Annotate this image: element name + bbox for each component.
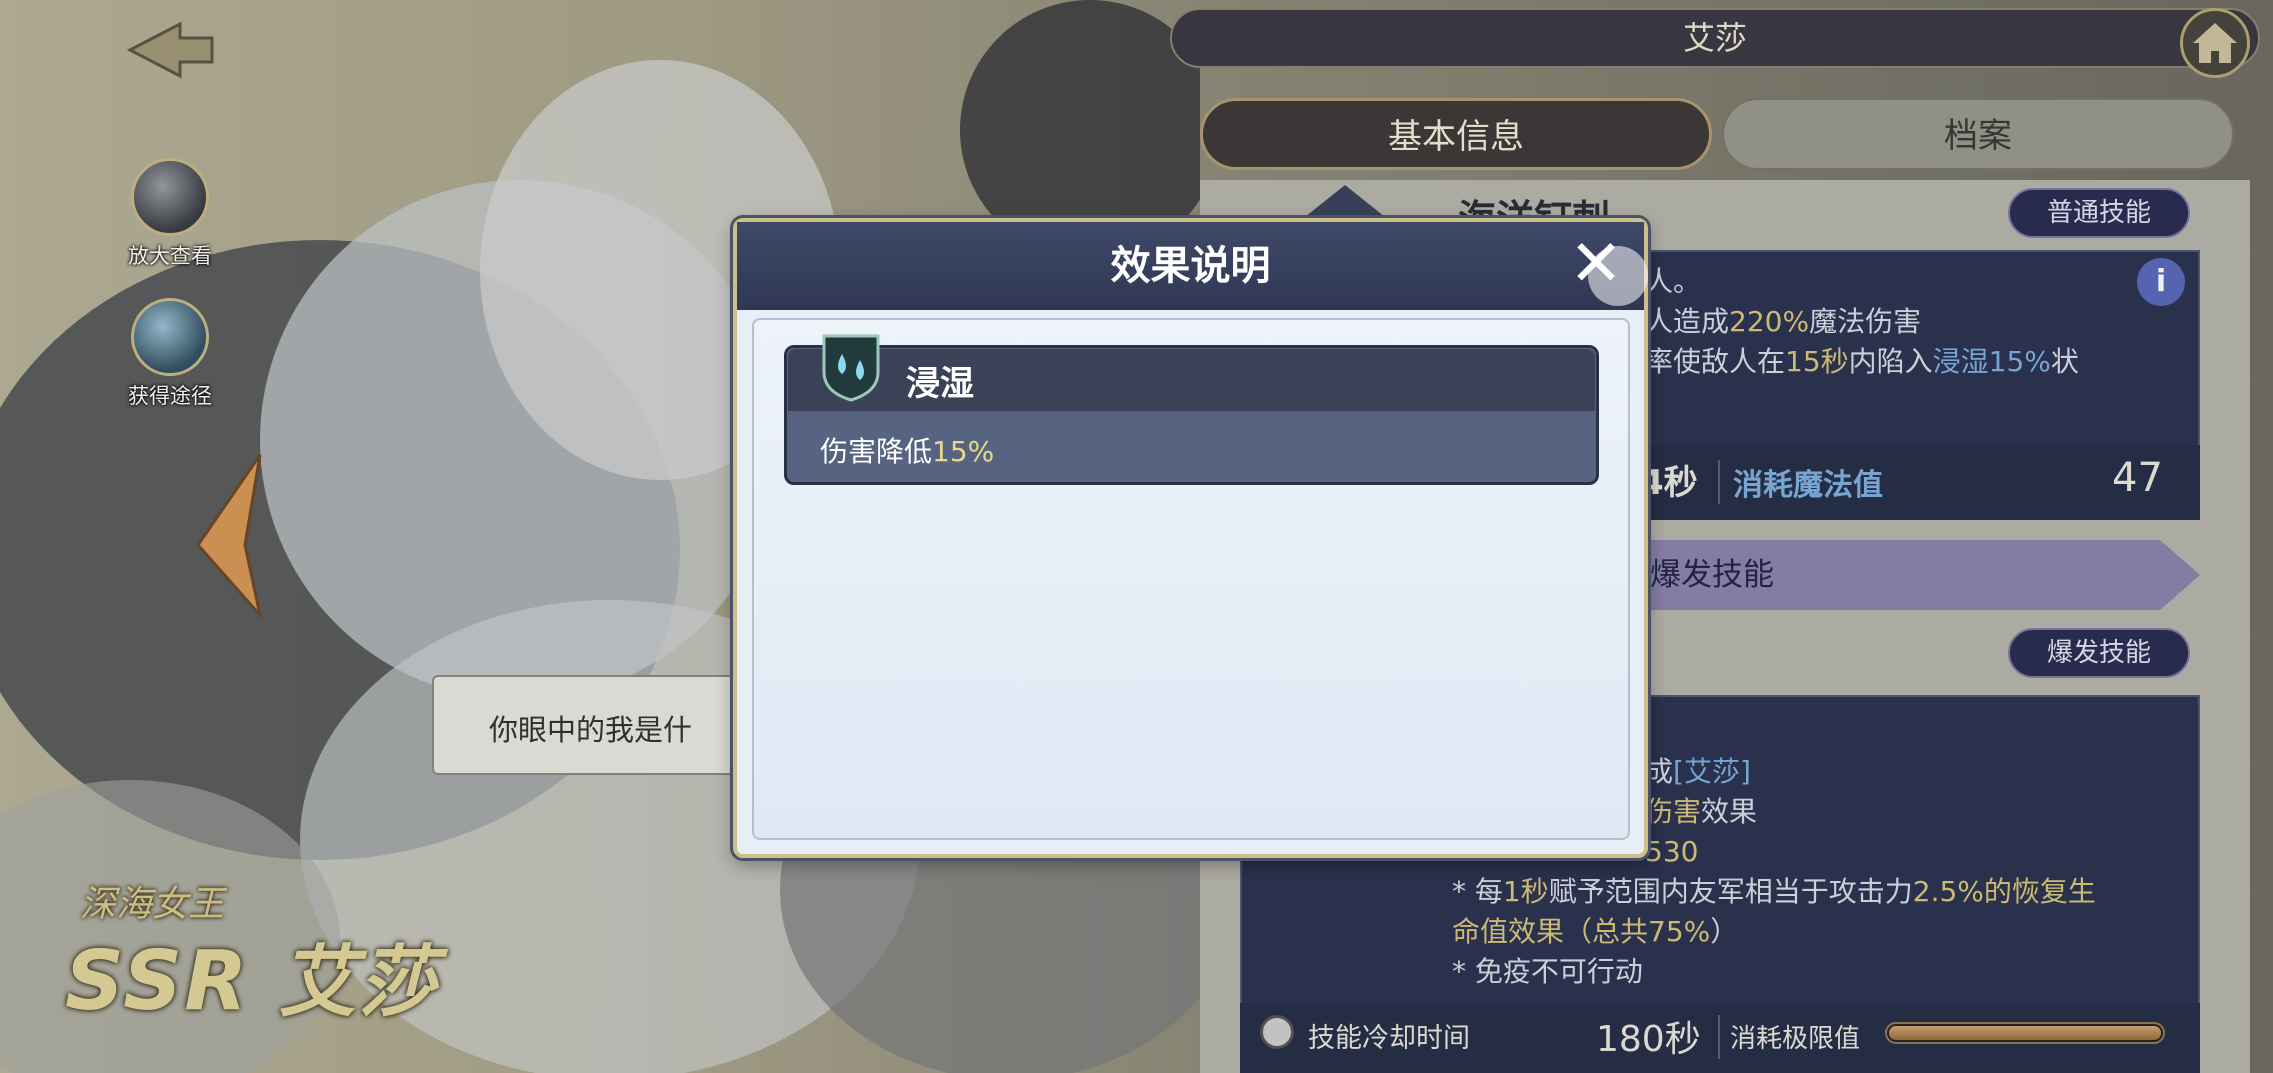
effect-name: 浸湿 — [906, 364, 974, 404]
water-drop-icon — [820, 332, 882, 402]
effect-description: 伤害降低15% — [820, 430, 994, 470]
close-icon: ✕ — [1569, 227, 1623, 301]
close-button[interactable]: ✕ — [1566, 232, 1626, 296]
effect-desc-pct: 15% — [932, 435, 995, 468]
modal-header: 效果说明 — [737, 222, 1644, 310]
modal-title: 效果说明 — [1110, 243, 1271, 289]
effect-desc-text: 伤害降低 — [820, 435, 933, 468]
